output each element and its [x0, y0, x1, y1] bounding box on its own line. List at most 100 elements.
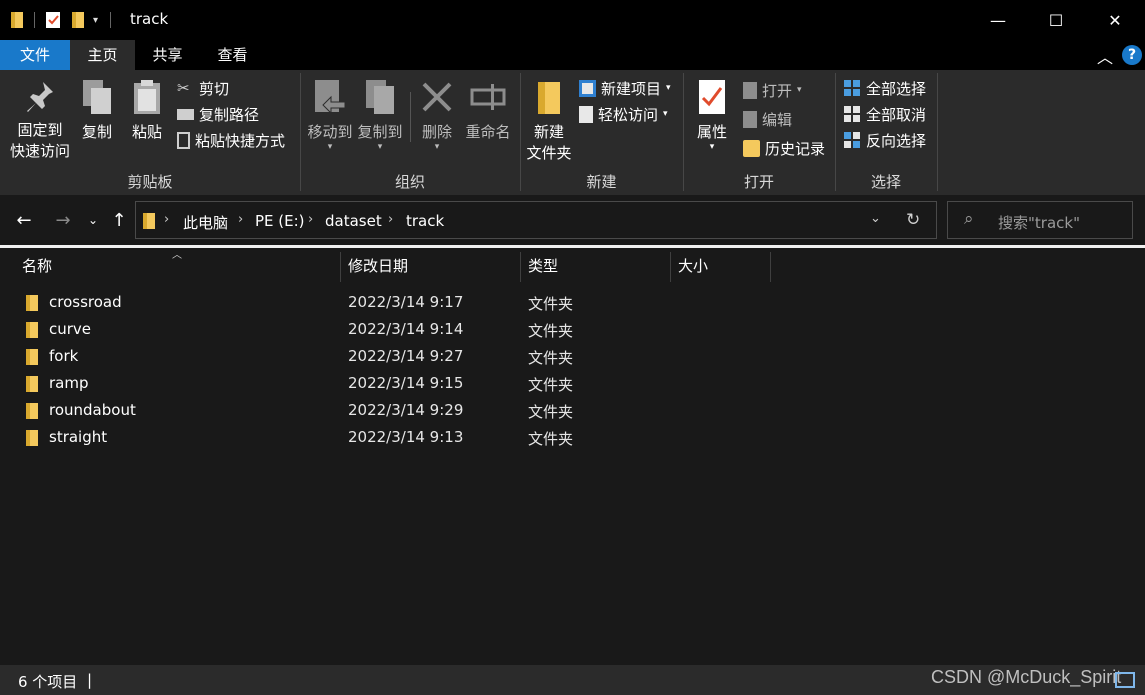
tab-view[interactable]: 查看 — [200, 40, 265, 70]
breadcrumb-chevron-icon[interactable]: › — [308, 212, 313, 227]
tab-share[interactable]: 共享 — [135, 40, 200, 70]
forward-arrow-icon[interactable]: → — [50, 205, 76, 235]
dropdown-arrow-icon: ▾ — [797, 85, 802, 95]
file-row[interactable]: roundabout 2022/3/14 9:29 文件夹 — [20, 398, 770, 425]
help-icon[interactable]: ? — [1122, 45, 1142, 65]
navigation-bar: ← → ⌄ ↑ › 此电脑 › PE (E:) › dataset › trac… — [0, 195, 1145, 245]
properties-quick-icon[interactable] — [45, 11, 61, 29]
new-folder-quick-icon[interactable] — [71, 11, 85, 29]
file-name: roundabout — [49, 401, 136, 419]
column-header-type[interactable]: 类型 — [528, 252, 670, 280]
rename-label: 重命名 — [465, 123, 511, 141]
file-type: 文件夹 — [528, 322, 574, 340]
dropdown-arrow-icon: ▾ — [666, 83, 671, 93]
ribbon-tabs: 文件 主页 共享 查看 ︿ ? — [0, 40, 1145, 70]
file-name: straight — [49, 428, 108, 446]
edit-button[interactable]: 编辑 — [743, 108, 792, 130]
refresh-icon[interactable]: ↻ — [906, 210, 920, 230]
file-type: 文件夹 — [528, 349, 574, 367]
breadcrumb-chevron-icon[interactable]: › — [388, 212, 393, 227]
tab-file[interactable]: 文件 — [0, 40, 70, 70]
file-type: 文件夹 — [528, 403, 574, 421]
window-title: track — [130, 10, 169, 28]
tab-home[interactable]: 主页 — [70, 40, 135, 70]
column-divider[interactable] — [670, 252, 671, 282]
back-arrow-icon[interactable]: ← — [11, 205, 37, 235]
copy-to-label: 复制到 — [357, 123, 403, 141]
watermark-text: CSDN @McDuck_Spirit — [931, 667, 1122, 687]
paste-shortcut-button[interactable]: 粘贴快捷方式 — [177, 129, 285, 151]
new-item-button[interactable]: 新建项目 ▾ — [579, 77, 671, 99]
column-divider[interactable] — [770, 252, 771, 282]
copy-path-button[interactable]: 复制路径 — [177, 103, 259, 125]
column-header-name[interactable]: 名称 — [22, 252, 340, 280]
paste-icon — [134, 80, 160, 114]
pin-quick-access-button[interactable]: 固定到 快速访问 — [8, 80, 72, 162]
recent-locations-chevron-icon[interactable]: ⌄ — [80, 205, 106, 235]
breadcrumb-chevron-icon[interactable]: › — [164, 212, 169, 227]
invert-selection-icon — [844, 131, 860, 148]
copy-icon — [83, 80, 111, 114]
address-bar[interactable]: › 此电脑 › PE (E:) › dataset › track ⌄ ↻ — [135, 201, 937, 239]
address-dropdown-icon[interactable]: ⌄ — [870, 211, 881, 226]
item-count: 6 个项目 — [18, 673, 78, 691]
maximize-button[interactable]: ☐ — [1027, 0, 1085, 40]
separator — [410, 92, 411, 142]
customize-quick-access-icon[interactable]: ▾ — [93, 15, 98, 26]
move-to-button[interactable]: 移动到 ▾ — [305, 78, 355, 152]
copy-button[interactable]: 复制 — [78, 78, 116, 143]
close-button[interactable]: ✕ — [1086, 0, 1144, 40]
invert-selection-button[interactable]: 反向选择 — [844, 129, 926, 151]
column-header-size[interactable]: 大小 — [678, 252, 770, 280]
large-icons-view-icon[interactable] — [1115, 672, 1135, 688]
new-folder-button[interactable]: 新建 文件夹 — [524, 80, 574, 164]
search-box[interactable]: ⌕ 搜索"track" — [947, 201, 1133, 239]
new-folder-label-line2: 文件夹 — [526, 144, 572, 162]
delete-label: 删除 — [421, 123, 452, 141]
status-separator: | — [87, 671, 93, 689]
rename-button[interactable]: 重命名 — [463, 78, 513, 143]
properties-button[interactable]: 属性 ▾ — [693, 78, 731, 152]
file-row[interactable]: curve 2022/3/14 9:14 文件夹 — [20, 317, 770, 344]
file-type: 文件夹 — [528, 376, 574, 394]
breadcrumb-drive[interactable]: PE (E:) — [255, 212, 305, 230]
breadcrumb-this-pc[interactable]: 此电脑 — [183, 212, 228, 233]
column-divider[interactable] — [340, 252, 341, 282]
easy-access-label: 轻松访问 — [598, 105, 659, 124]
open-button[interactable]: 打开 ▾ — [743, 79, 802, 101]
separator — [34, 12, 35, 28]
file-row[interactable]: crossroad 2022/3/14 9:17 文件夹 — [20, 290, 770, 317]
file-row[interactable]: fork 2022/3/14 9:27 文件夹 — [20, 344, 770, 371]
breadcrumb-chevron-icon[interactable]: › — [238, 212, 243, 227]
file-date: 2022/3/14 9:15 — [348, 374, 464, 392]
collapse-ribbon-icon[interactable]: ︿ — [1097, 44, 1113, 68]
copy-path-label: 复制路径 — [199, 105, 260, 124]
group-separator — [937, 73, 938, 191]
history-label: 历史记录 — [765, 139, 826, 158]
easy-access-button[interactable]: 轻松访问 ▾ — [579, 103, 668, 125]
paste-label: 粘贴 — [131, 123, 162, 141]
breadcrumb-dataset[interactable]: dataset — [325, 212, 382, 230]
delete-button[interactable]: 删除 ▾ — [418, 78, 456, 152]
select-none-button[interactable]: 全部取消 — [844, 103, 926, 125]
file-name: fork — [49, 347, 79, 365]
minimize-button[interactable]: — — [969, 0, 1027, 40]
file-date: 2022/3/14 9:14 — [348, 320, 464, 338]
copy-to-button[interactable]: 复制到 ▾ — [355, 78, 405, 152]
file-date: 2022/3/14 9:29 — [348, 401, 464, 419]
move-to-label: 移动到 — [307, 123, 353, 141]
column-divider[interactable] — [520, 252, 521, 282]
column-header-date[interactable]: 修改日期 — [348, 252, 520, 280]
history-button[interactable]: 历史记录 — [743, 137, 825, 159]
file-row[interactable]: ramp 2022/3/14 9:15 文件夹 — [20, 371, 770, 398]
paste-button[interactable]: 粘贴 — [128, 78, 166, 143]
dropdown-arrow-icon: ▾ — [663, 109, 668, 119]
cut-button[interactable]: ✂ 剪切 — [177, 77, 229, 99]
file-row[interactable]: straight 2022/3/14 9:13 文件夹 — [20, 425, 770, 452]
breadcrumb-track[interactable]: track — [406, 212, 444, 230]
up-arrow-icon[interactable]: ↑ — [106, 205, 132, 235]
select-all-button[interactable]: 全部选择 — [844, 77, 926, 99]
new-folder-label-line1: 新建 — [533, 123, 564, 141]
folder-icon — [26, 376, 38, 392]
pin-label-line1: 固定到 — [17, 121, 63, 139]
